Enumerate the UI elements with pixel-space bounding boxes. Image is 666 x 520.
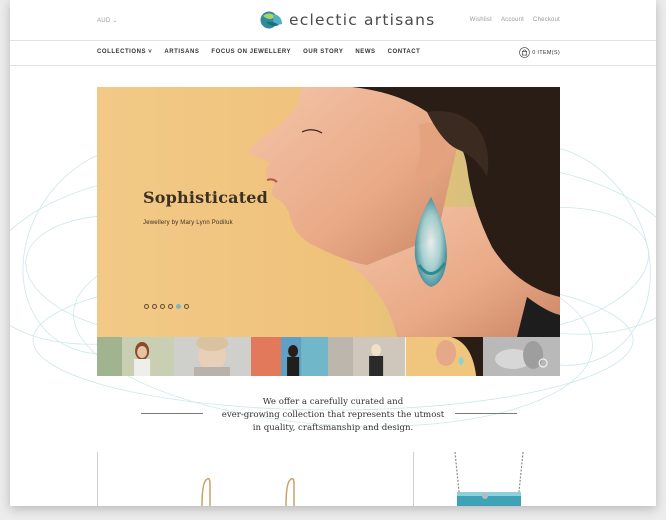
carousel-dot[interactable] (184, 304, 189, 309)
nav-item-contact[interactable]: CONTACT (388, 49, 421, 55)
top-bar: AUD ⌄ eclectic artisans Wishlist Account… (10, 0, 656, 41)
thumbnail-5[interactable] (405, 337, 483, 376)
tagline-line: in quality, craftsmanship and design. (252, 423, 414, 433)
tagline-line: We offer a carefully curated and (262, 397, 404, 407)
thumbnail-image (328, 337, 406, 376)
intro-tagline: We offer a carefully curated and ever-gr… (10, 396, 656, 435)
product-column-divider (97, 452, 98, 506)
carousel-dot-active[interactable] (176, 304, 181, 309)
hero-title: Sophisticated (143, 188, 269, 207)
chevron-down-icon: ˅ (146, 49, 153, 55)
main-nav-bar: COLLECTIONS ˅ ARTISANS FOCUS ON JEWELLER… (10, 41, 656, 66)
browser-page: AUD ⌄ eclectic artisans Wishlist Account… (10, 0, 656, 506)
currency-selector[interactable]: AUD ⌄ (97, 17, 118, 24)
product-column-divider (413, 452, 414, 506)
carousel-dots (144, 304, 189, 309)
hero-subtitle[interactable]: Jewellery by Mary Lynn Podiluk (143, 220, 233, 226)
account-link[interactable]: Account (501, 17, 524, 23)
product-necklace-image[interactable] (445, 452, 535, 506)
carousel-dot[interactable] (160, 304, 165, 309)
thumbnail-1[interactable] (97, 337, 175, 376)
nav-item-collections[interactable]: COLLECTIONS ˅ (97, 49, 152, 55)
logo-text: eclectic artisans (289, 11, 436, 29)
hero-image (97, 87, 560, 337)
shopping-bag-icon (519, 47, 531, 58)
thumbnail-image (97, 337, 175, 376)
chevron-down-icon: ⌄ (112, 18, 118, 24)
thumbnail-image (251, 337, 329, 376)
currency-label: AUD (97, 18, 111, 24)
logo-leaf-icon (260, 11, 282, 29)
checkout-link[interactable]: Checkout (533, 17, 560, 23)
account-links: Wishlist Account Checkout (470, 17, 560, 23)
product-earrings-image[interactable] (190, 476, 310, 506)
site-logo[interactable]: eclectic artisans (260, 10, 435, 30)
thumbnail-3[interactable] (251, 337, 329, 376)
main-nav: COLLECTIONS ˅ ARTISANS FOCUS ON JEWELLER… (97, 49, 420, 55)
carousel-dot[interactable] (144, 304, 149, 309)
nav-item-label: COLLECTIONS (97, 49, 147, 55)
carousel-dot[interactable] (168, 304, 173, 309)
carousel-thumbnails (97, 337, 560, 376)
thumbnail-2[interactable] (174, 337, 252, 376)
nav-item-focus-on-jewellery[interactable]: FOCUS ON JEWELLERY (211, 49, 291, 55)
cart-button[interactable]: 0 ITEM(S) (519, 47, 560, 58)
nav-item-news[interactable]: NEWS (355, 49, 375, 55)
cart-count: 0 ITEM(S) (532, 49, 560, 56)
thumbnail-image (405, 337, 483, 376)
thumbnail-6[interactable] (482, 337, 560, 376)
carousel-dot[interactable] (152, 304, 157, 309)
tagline-line: ever-growing collection that represents … (221, 410, 445, 420)
nav-item-artisans[interactable]: ARTISANS (164, 49, 199, 55)
nav-item-our-story[interactable]: OUR STORY (303, 49, 343, 55)
thumbnail-image (174, 337, 252, 376)
hero-carousel[interactable]: Sophisticated Jewellery by Mary Lynn Pod… (97, 87, 560, 337)
thumbnail-4[interactable] (328, 337, 406, 376)
wishlist-link[interactable]: Wishlist (470, 17, 492, 23)
thumbnail-image (482, 337, 560, 376)
